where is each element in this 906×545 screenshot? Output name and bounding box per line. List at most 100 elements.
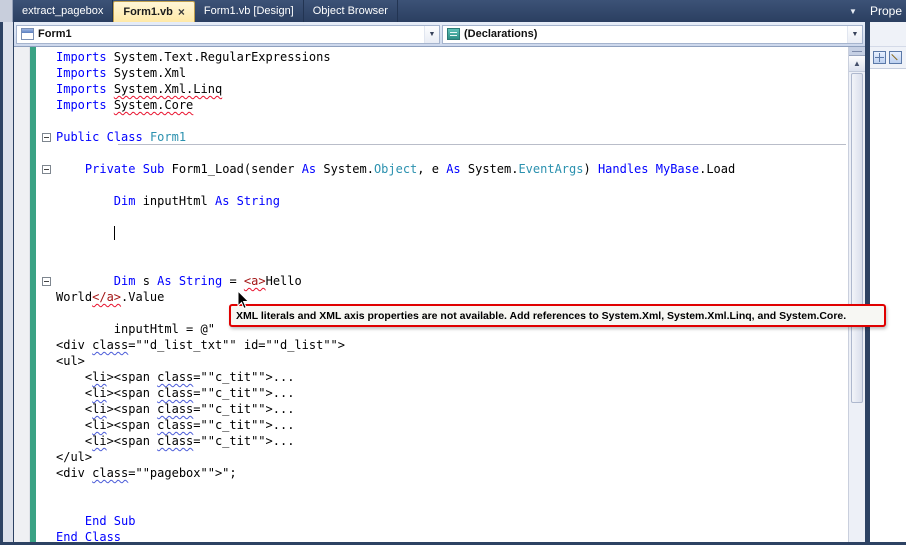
code-line[interactable]: Private Sub Form1_Load(sender As System.… (36, 161, 848, 177)
property-pages-icon[interactable] (889, 51, 902, 64)
code-line[interactable]: <li><span class=""c_tit"">... (36, 401, 848, 417)
split-handle[interactable] (849, 47, 865, 56)
fold-margin (36, 209, 56, 225)
document-tab[interactable]: Object Browser (304, 0, 398, 22)
fold-margin (36, 81, 56, 97)
properties-panel (870, 22, 906, 542)
code-line[interactable] (36, 481, 848, 497)
fold-margin (36, 449, 56, 465)
fold-margin (36, 385, 56, 401)
code-line[interactable]: Public Class Form1 (36, 129, 848, 145)
code-line[interactable]: Imports System.Core (36, 97, 848, 113)
code-text: <div class=""pagebox"">"; (56, 466, 237, 480)
scroll-up-icon[interactable]: ▲ (849, 56, 865, 72)
code-line[interactable]: </ul> (36, 449, 848, 465)
vs2010-window: { "colors": { "keyword": "#0000FF", "typ… (0, 0, 906, 545)
properties-toolbar (870, 47, 906, 68)
fold-margin (36, 497, 56, 513)
properties-panel-title: Prope (870, 4, 903, 18)
code-text: Imports System.Text.RegularExpressions (56, 50, 331, 64)
fold-margin (36, 193, 56, 209)
tab-label: Form1.vb (123, 6, 173, 18)
categorized-icon[interactable] (873, 51, 886, 64)
fold-collapse-icon[interactable] (36, 161, 56, 177)
fold-margin (36, 433, 56, 449)
fold-margin (36, 289, 56, 305)
vertical-scrollbar[interactable]: ▲ (848, 47, 865, 542)
code-line[interactable]: Dim inputHtml As String (36, 193, 848, 209)
editor-navigation-bar: Form1 ▼ (Declarations) ▼ (14, 22, 865, 47)
text-caret (114, 226, 115, 240)
code-line[interactable]: End Class (36, 529, 848, 542)
code-text: Imports System.Xml.Linq (56, 82, 223, 96)
code-line[interactable]: <li><span class=""c_tit"">... (36, 385, 848, 401)
tab-overflow-chevron-icon[interactable]: ▼ (842, 0, 864, 22)
code-line[interactable]: World</a>.Value (36, 289, 848, 305)
code-line[interactable]: <li><span class=""c_tit"">... (36, 369, 848, 385)
code-text: <li><span class=""c_tit"">... (56, 434, 295, 448)
fold-margin (36, 177, 56, 193)
fold-margin (36, 49, 56, 65)
member-dropdown-value: (Declarations) (464, 28, 538, 40)
tab-corner-area (0, 0, 13, 22)
code-line[interactable] (36, 209, 848, 225)
code-text: World</a>.Value (56, 290, 165, 304)
code-line[interactable]: Imports System.Xml.Linq (36, 81, 848, 97)
fold-margin (36, 321, 56, 337)
code-line[interactable]: Dim s As String = <a>Hello (36, 273, 848, 289)
code-line[interactable]: <ul> (36, 353, 848, 369)
fold-margin (36, 113, 56, 129)
tab-label: Object Browser (312, 5, 388, 17)
code-text: Imports System.Core (56, 98, 194, 112)
fold-margin (36, 225, 56, 241)
code-text: <li><span class=""c_tit"">... (56, 386, 295, 400)
document-tab-bar: extract_pagebox Form1.vb × Form1.vb [Design… (0, 0, 906, 22)
code-text: Public Class Form1 (56, 130, 187, 144)
code-line[interactable] (36, 113, 848, 129)
code-line[interactable] (36, 177, 848, 193)
left-margin-strip (3, 22, 14, 542)
object-dropdown[interactable]: Form1 ▼ (16, 24, 440, 44)
code-line[interactable]: End Sub (36, 513, 848, 529)
document-tab[interactable]: Form1.vb × (113, 1, 195, 22)
code-line[interactable] (36, 497, 848, 513)
code-editor: Imports System.Text.RegularExpressions Im… (14, 47, 865, 542)
code-line[interactable]: <div class=""d_list_txt"" id=""d_list""> (36, 337, 848, 353)
dropdown-arrow-icon[interactable]: ▼ (847, 25, 862, 43)
breakpoint-gutter[interactable] (14, 47, 30, 542)
member-dropdown[interactable]: (Declarations) ▼ (442, 24, 863, 44)
code-line[interactable] (36, 241, 848, 257)
fold-collapse-icon[interactable] (36, 129, 56, 145)
code-line[interactable]: <li><span class=""c_tit"">... (36, 417, 848, 433)
document-tab[interactable]: extract_pagebox (13, 0, 114, 22)
code-line[interactable] (36, 257, 848, 273)
fold-margin (36, 97, 56, 113)
code-text: <li><span class=""c_tit"">... (56, 418, 295, 432)
code-area[interactable]: Imports System.Text.RegularExpressions Im… (36, 47, 848, 542)
close-icon[interactable]: × (178, 6, 185, 18)
scrollbar-thumb[interactable] (851, 73, 863, 403)
declarations-icon (447, 28, 460, 40)
fold-margin (36, 401, 56, 417)
mouse-cursor (237, 289, 250, 315)
code-line[interactable] (36, 225, 848, 241)
fold-margin (36, 337, 56, 353)
fold-margin (36, 513, 56, 529)
code-line[interactable] (36, 145, 848, 161)
code-line[interactable]: Imports System.Text.RegularExpressions (36, 49, 848, 65)
fold-margin (36, 353, 56, 369)
form-class-icon (21, 28, 34, 40)
fold-margin (36, 241, 56, 257)
code-line[interactable]: <div class=""pagebox"">"; (36, 465, 848, 481)
code-line[interactable]: <li><span class=""c_tit"">... (36, 433, 848, 449)
document-tab[interactable]: Form1.vb [Design] (195, 0, 304, 22)
dropdown-arrow-icon[interactable]: ▼ (424, 25, 439, 43)
code-text: End Sub (84, 514, 136, 528)
code-line[interactable]: Imports System.Xml (36, 65, 848, 81)
fold-collapse-icon[interactable] (36, 273, 56, 289)
code-text: Dim inputHtml As String (113, 194, 281, 208)
